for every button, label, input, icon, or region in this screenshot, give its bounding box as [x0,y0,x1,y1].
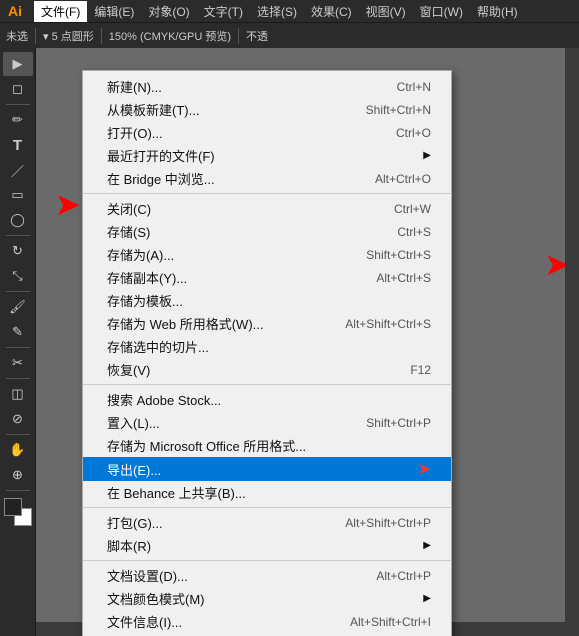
direct-select-btn[interactable]: ◻ [3,77,33,101]
hand-btn[interactable]: ✋ [3,438,33,462]
file-dropdown-menu: 新建(N)... Ctrl+N 从模板新建(T)... Shift+Ctrl+N… [82,70,452,636]
toolbar-separator-1 [35,28,36,44]
toolbar-separator-3 [238,28,239,44]
menu-item-share-behance[interactable]: 在 Behance 上共享(B)... [83,481,451,504]
menu-item-package[interactable]: 打包(G)... Alt+Shift+Ctrl+P [83,511,451,534]
menu-item-save[interactable]: 存储(S) Ctrl+S [83,220,451,243]
menu-item-open[interactable]: 打开(O)... Ctrl+O [83,121,451,144]
menu-item-save-web[interactable]: 存储为 Web 所用格式(W)... Alt+Shift+Ctrl+S [83,312,451,335]
menu-item-scripts[interactable]: 脚本(R) ▶ [83,534,451,557]
menu-file[interactable]: 文件(F) [34,1,87,22]
preview-label: 不透 [246,28,268,44]
menu-help[interactable]: 帮助(H) [470,1,525,22]
foreground-color[interactable] [4,498,22,516]
menu-item-export[interactable]: 导出(E)... ➤ [83,457,451,481]
menu-view[interactable]: 视图(V) [359,1,413,22]
menu-item-save-as[interactable]: 存储为(A)... Shift+Ctrl+S [83,243,451,266]
vertical-scrollbar[interactable] [565,48,579,636]
pencil-btn[interactable]: ✎ [3,320,33,344]
menu-item-doc-setup[interactable]: 文档设置(D)... Alt+Ctrl+P [83,564,451,587]
menu-item-adobe-stock[interactable]: 搜索 Adobe Stock... [83,388,451,411]
color-selector[interactable] [4,498,32,526]
menu-effect[interactable]: 效果(C) [304,1,359,22]
menu-item-recent[interactable]: 最近打开的文件(F) ▶ [83,144,451,167]
line-tool-btn[interactable]: ／ [3,158,33,182]
paintbrush-btn[interactable]: 🖌 [3,295,33,319]
menu-edit[interactable]: 编辑(E) [87,1,141,22]
select-tool-btn[interactable]: ▶ [3,52,33,76]
menu-item-place[interactable]: 置入(L)... Shift+Ctrl+P [83,411,451,434]
export-arrow-icon: ➤ [418,459,431,479]
menu-item-save-slices[interactable]: 存储选中的切片... [83,335,451,358]
menu-item-close[interactable]: 关闭(C) Ctrl+W [83,197,451,220]
rect-tool-btn[interactable]: ▭ [3,183,33,207]
main-area: ▶ ◻ ✏ T ／ ▭ ◯ ↻ ⤡ 🖌 ✎ ✂ ◫ ⊘ ✋ ⊕ [0,48,579,636]
eyedropper-btn[interactable]: ⊘ [3,407,33,431]
menu-item-file-info[interactable]: 文件信息(I)... Alt+Shift+Ctrl+I [83,610,451,633]
tool-separator-2 [6,235,30,236]
menu-item-save-ms-office[interactable]: 存储为 Microsoft Office 所用格式... [83,434,451,457]
canvas-area[interactable]: ➤ ➤ 新建(N)... Ctrl+N 从模板新建(T)... Shift+Ct… [36,48,579,636]
gradient-btn[interactable]: ◫ [3,382,33,406]
menu-item-bridge[interactable]: 在 Bridge 中浏览... Alt+Ctrl+O [83,167,451,190]
menu-item-save-copy[interactable]: 存储副本(Y)... Alt+Ctrl+S [83,266,451,289]
menu-item-save-template[interactable]: 存储为模板... [83,289,451,312]
scale-tool-btn[interactable]: ⤡ [3,264,33,288]
menu-type[interactable]: 文字(T) [197,1,250,22]
tool-separator-4 [6,347,30,348]
menu-select[interactable]: 选择(S) [250,1,304,22]
tool-panel: ▶ ◻ ✏ T ／ ▭ ◯ ↻ ⤡ 🖌 ✎ ✂ ◫ ⊘ ✋ ⊕ [0,48,36,636]
type-tool-btn[interactable]: T [3,133,33,157]
scissors-btn[interactable]: ✂ [3,351,33,375]
zoom-btn[interactable]: ⊕ [3,463,33,487]
rotate-tool-btn[interactable]: ↻ [3,239,33,263]
menu-window[interactable]: 窗口(W) [413,1,470,22]
menu-sep-3 [83,507,451,508]
menu-sep-4 [83,560,451,561]
tool-separator-1 [6,104,30,105]
menu-sep-2 [83,384,451,385]
stroke-label: ▾ 5 点圆形 [43,28,94,44]
zoom-label: 150% (CMYK/GPU 预览) [109,28,231,44]
menu-item-doc-color-mode[interactable]: 文档颜色模式(M) ▶ [83,587,451,610]
tool-separator-5 [6,378,30,379]
menu-item-new[interactable]: 新建(N)... Ctrl+N [83,75,451,98]
undo-label: 未选 [6,28,28,44]
tool-separator-7 [6,490,30,491]
arrow-indicator-left: ➤ [56,188,79,221]
toolbar-separator-2 [101,28,102,44]
menu-sep-1 [83,193,451,194]
menu-bar: Ai 文件(F) 编辑(E) 对象(O) 文字(T) 选择(S) 效果(C) 视… [0,0,579,22]
pen-tool-btn[interactable]: ✏ [3,108,33,132]
ellipse-tool-btn[interactable]: ◯ [3,208,33,232]
menu-item-new-from-template[interactable]: 从模板新建(T)... Shift+Ctrl+N [83,98,451,121]
toolbar: 未选 ▾ 5 点圆形 150% (CMYK/GPU 预览) 不透 [0,22,579,48]
tool-separator-6 [6,434,30,435]
menu-object[interactable]: 对象(O) [141,1,196,22]
app-logo: Ai [4,3,26,19]
tool-separator-3 [6,291,30,292]
menu-item-revert[interactable]: 恢复(V) F12 [83,358,451,381]
